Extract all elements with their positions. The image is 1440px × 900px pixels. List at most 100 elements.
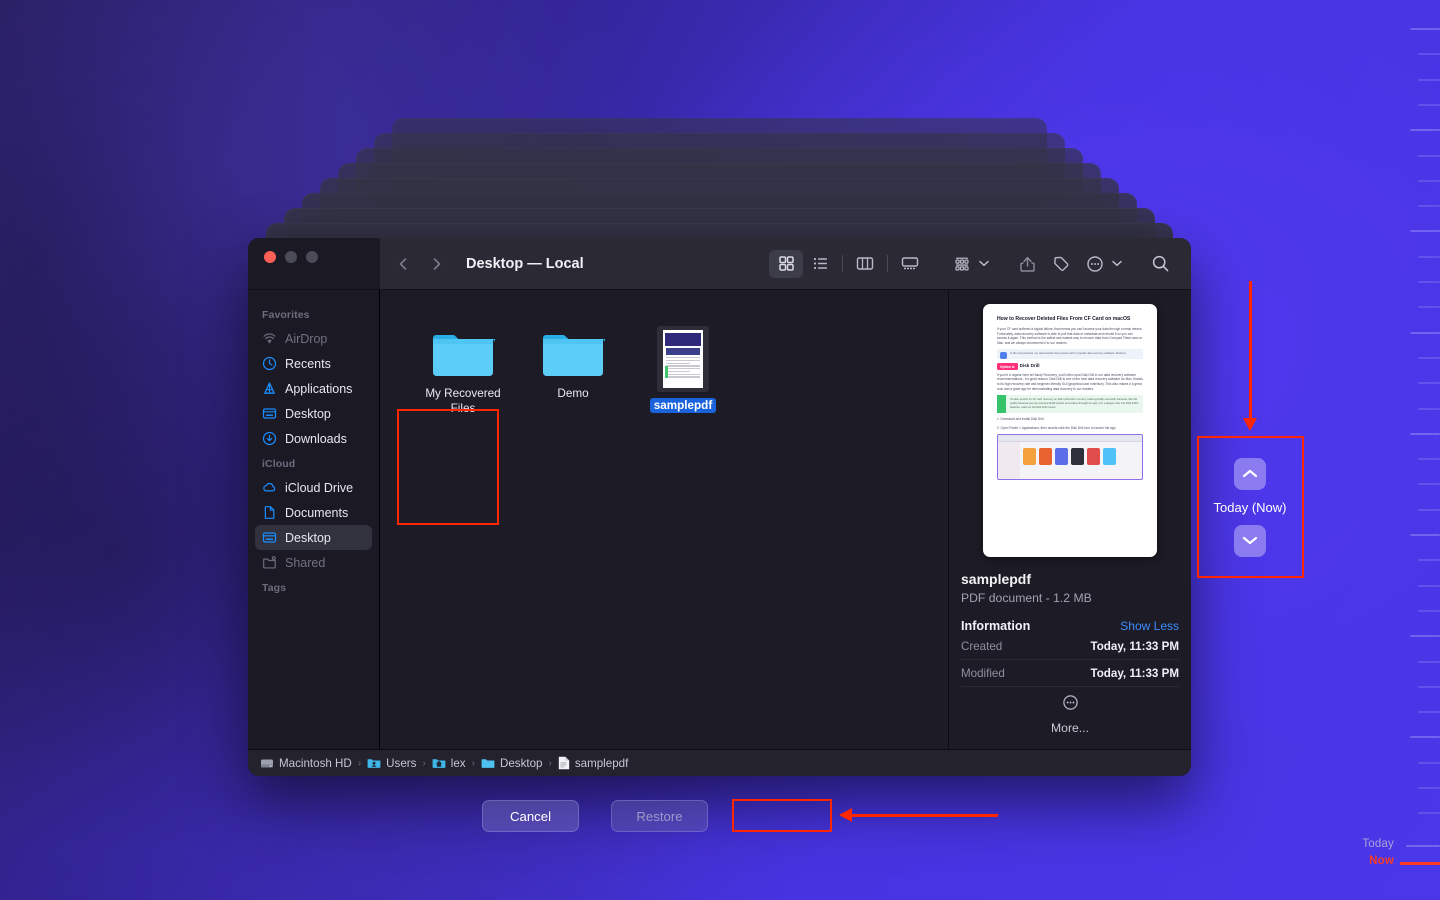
timeline-tick[interactable] xyxy=(1410,635,1440,638)
grid-view-icon xyxy=(778,256,794,271)
sidebar-item-desktop[interactable]: Desktop xyxy=(255,525,372,550)
timeline-tick[interactable] xyxy=(1418,407,1440,410)
finder-body: Favorites AirDrop Recents Applications Deskt… xyxy=(248,290,1191,749)
breadcrumb-item-samplepdf[interactable]: samplepdf xyxy=(558,756,629,770)
timeline-tick[interactable] xyxy=(1418,685,1440,688)
timeline-tick[interactable] xyxy=(1418,559,1440,562)
window-title: Desktop — Local xyxy=(466,255,584,272)
document-preview-thumbnail[interactable]: How to Recover Deleted Files From CF Car… xyxy=(983,304,1157,557)
more-actions-button[interactable] xyxy=(1078,250,1112,278)
file-item-samplepdf[interactable]: samplepdf xyxy=(628,326,738,417)
breadcrumb-item-macintosh-hd[interactable]: Macintosh HD xyxy=(260,757,352,770)
breadcrumb-item-lex[interactable]: lex xyxy=(432,757,466,770)
maximize-button[interactable] xyxy=(306,251,318,263)
pdf-step-1: 1. Download and install Disk Drill. xyxy=(997,417,1045,422)
ellipsis-circle-icon xyxy=(1087,255,1103,272)
sidebar-item-label: Recents xyxy=(285,356,331,371)
group-by-chevron-button[interactable] xyxy=(976,250,992,278)
folder-icon-wrapper xyxy=(518,318,628,380)
breadcrumb-item-desktop[interactable]: Desktop xyxy=(481,757,542,770)
pdf-icon-wrapper xyxy=(628,326,738,392)
forward-button[interactable] xyxy=(424,251,450,277)
tag-button[interactable] xyxy=(1044,250,1078,278)
annotation-arrow-to-tm-shaft xyxy=(1249,281,1252,420)
sidebar-item-airdrop[interactable]: AirDrop xyxy=(255,326,372,351)
timeline-tick[interactable] xyxy=(1418,103,1440,106)
sidebar-item-applications[interactable]: Applications xyxy=(255,376,372,401)
gallery-view-button[interactable] xyxy=(893,250,927,278)
more-actions-chevron-button[interactable] xyxy=(1109,250,1125,278)
timeline-tick[interactable] xyxy=(1418,78,1440,81)
pdf-heading: How to Recover Deleted Files From CF Car… xyxy=(997,316,1131,322)
sidebar-item-downloads[interactable]: Downloads xyxy=(255,426,372,451)
minimize-button[interactable] xyxy=(285,251,297,263)
timeline-tick[interactable] xyxy=(1410,230,1440,233)
timeline-tick[interactable] xyxy=(1410,534,1440,536)
timeline-tick[interactable] xyxy=(1418,584,1440,587)
airdrop-icon xyxy=(262,331,277,346)
timeline-tick[interactable] xyxy=(1418,609,1440,612)
search-button[interactable] xyxy=(1143,250,1177,278)
timeline-tick[interactable] xyxy=(1418,53,1440,56)
group-by-button[interactable] xyxy=(945,250,979,278)
timeline-tick[interactable] xyxy=(1418,281,1440,283)
timeline-tick[interactable] xyxy=(1418,179,1440,182)
timeline-now-tick[interactable] xyxy=(1400,862,1440,865)
list-view-button[interactable] xyxy=(803,250,837,278)
timeline-tick[interactable] xyxy=(1418,458,1440,461)
timeline-today-tick[interactable] xyxy=(1406,845,1440,847)
timeline-tick[interactable] xyxy=(1418,255,1440,258)
file-icon-grid: My Recovered Files Demo samplepdf xyxy=(380,290,948,417)
time-machine-timeline[interactable]: Today Now xyxy=(1362,0,1440,900)
file-item-demo[interactable]: Demo xyxy=(518,318,628,417)
timeline-tick[interactable] xyxy=(1410,432,1440,435)
breadcrumb-label: Macintosh HD xyxy=(279,756,352,770)
close-button[interactable] xyxy=(264,251,276,263)
gallery-view-icon xyxy=(901,257,919,270)
back-button[interactable] xyxy=(390,251,416,277)
timeline-tick[interactable] xyxy=(1410,736,1440,739)
annotation-arrow-to-tm-head xyxy=(1243,418,1257,431)
show-less-link[interactable]: Show Less xyxy=(1120,619,1179,633)
timeline-tick[interactable] xyxy=(1418,483,1440,486)
timeline-tick[interactable] xyxy=(1418,787,1440,789)
timeline-tick[interactable] xyxy=(1418,508,1440,511)
breadcrumb-item-users[interactable]: Users xyxy=(367,757,416,770)
more-label: More... xyxy=(1051,721,1089,735)
sidebar-section-header-tags: Tags xyxy=(262,582,287,594)
sidebar-item-documents[interactable]: Documents xyxy=(255,500,372,525)
timeline-tick[interactable] xyxy=(1410,129,1440,132)
timeline-tick[interactable] xyxy=(1418,205,1440,208)
timeline-tick[interactable] xyxy=(1418,660,1440,663)
sidebar-item-shared[interactable]: Shared xyxy=(255,550,372,575)
preview-file-name: samplepdf xyxy=(961,571,1032,587)
cancel-button[interactable]: Cancel xyxy=(482,800,579,832)
sidebar-item-label: AirDrop xyxy=(285,331,328,346)
timeline-tick[interactable] xyxy=(1418,356,1440,359)
pdf-app-icon-2 xyxy=(1039,448,1052,466)
sidebar-item-desktop[interactable]: Desktop xyxy=(255,401,372,426)
icon-view-button[interactable] xyxy=(769,249,803,278)
share-button[interactable] xyxy=(1010,250,1044,278)
timeline-tick[interactable] xyxy=(1418,382,1440,385)
pdf-embedded-screenshot xyxy=(997,434,1143,481)
pdf-option-badge: Option A: xyxy=(997,363,1019,370)
timeline-tick[interactable] xyxy=(1418,761,1440,764)
more-section[interactable]: More... xyxy=(949,694,1191,749)
pdf-app-icon-3 xyxy=(1055,448,1068,466)
timeline-tick[interactable] xyxy=(1418,711,1440,714)
column-view-button[interactable] xyxy=(848,250,882,278)
restore-button[interactable]: Restore xyxy=(611,800,708,832)
breadcrumb-label: samplepdf xyxy=(574,756,629,770)
sidebar-item-recents[interactable]: Recents xyxy=(255,351,372,376)
file-item-my-recovered-files[interactable]: My Recovered Files xyxy=(408,318,518,417)
timeline-tick[interactable] xyxy=(1410,28,1440,30)
folder-icon-wrapper xyxy=(408,318,518,380)
timeline-tick[interactable] xyxy=(1410,331,1440,334)
timeline-tick[interactable] xyxy=(1418,812,1440,815)
sidebar-item-icloud-drive[interactable]: iCloud Drive xyxy=(255,475,372,500)
column-view-icon xyxy=(856,257,874,270)
timeline-tick[interactable] xyxy=(1418,306,1440,309)
pdf-option-paragraph: If you're a regular here at Handy Recove… xyxy=(997,372,1143,391)
timeline-tick[interactable] xyxy=(1418,154,1440,157)
